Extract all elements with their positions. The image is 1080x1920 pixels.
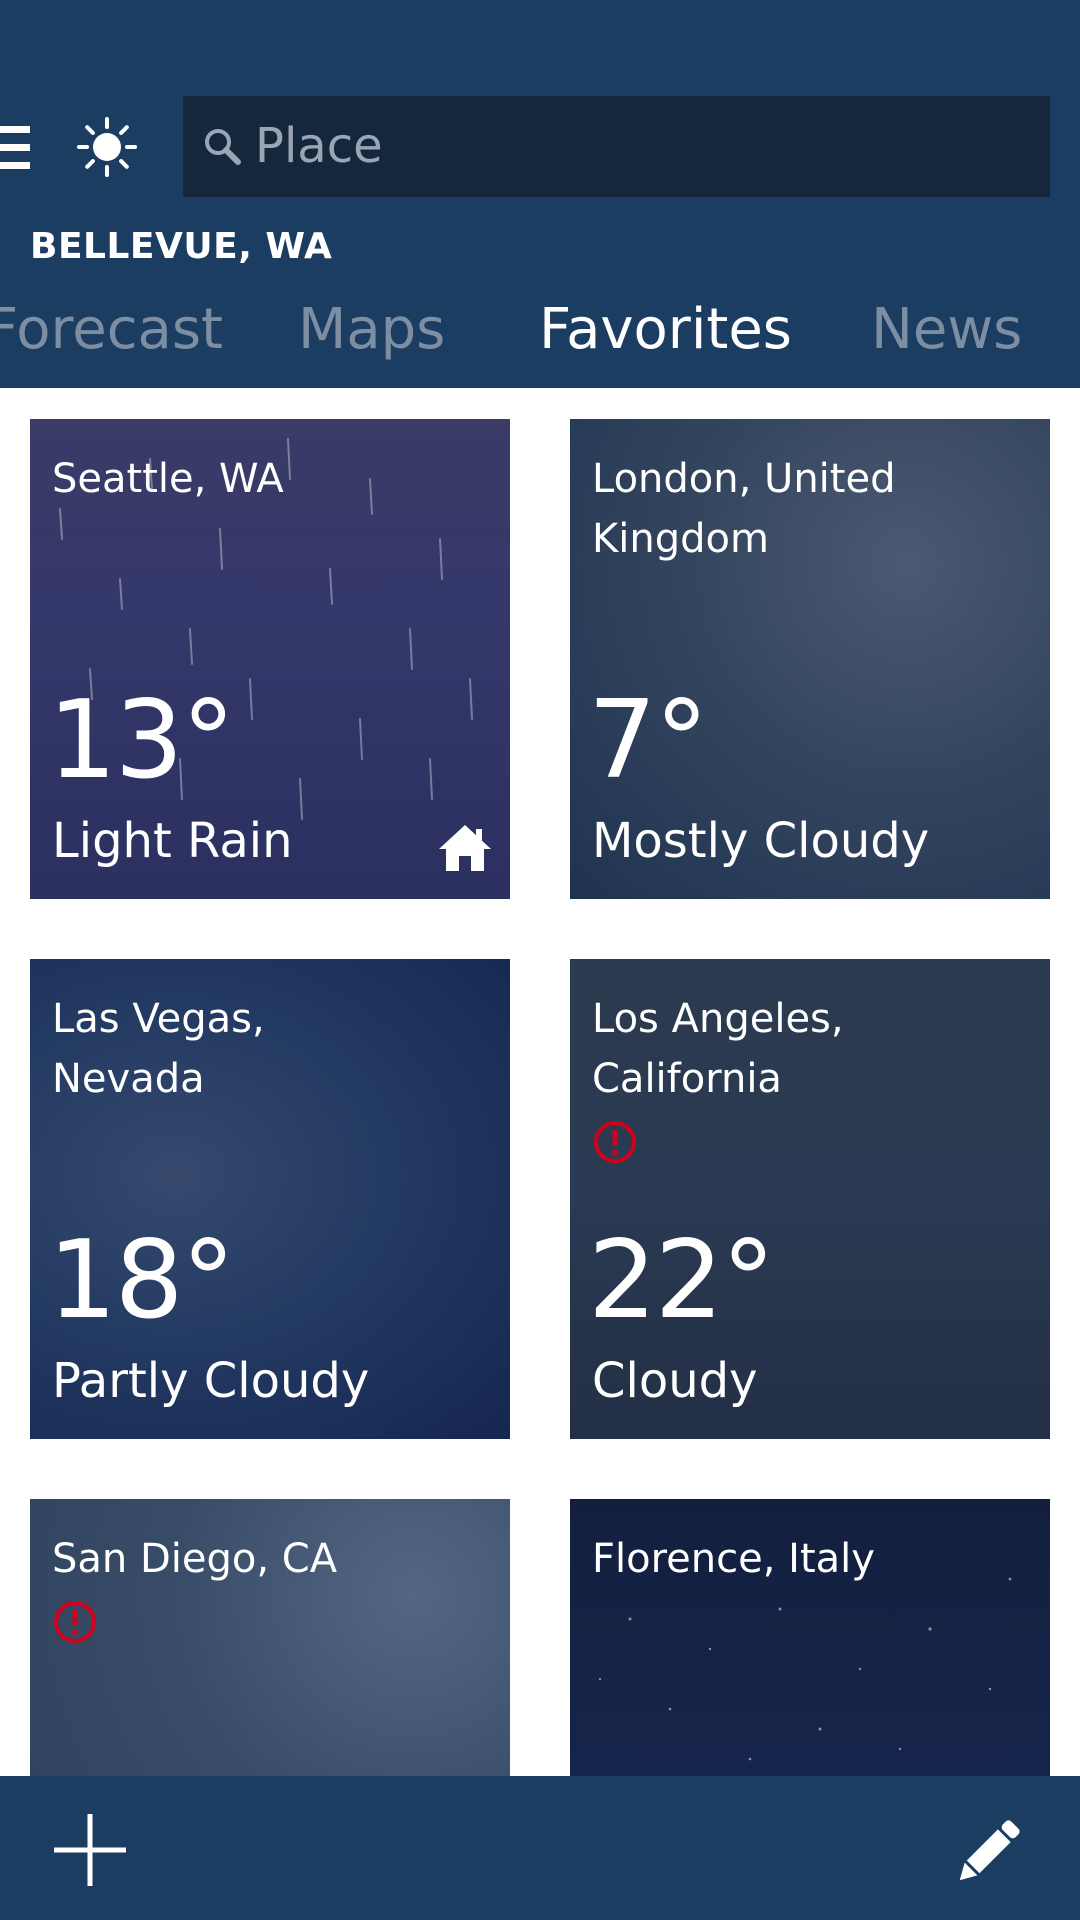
current-location: BELLEVUE, WA	[30, 226, 333, 267]
tile-city-name: Los Angeles, California	[592, 996, 844, 1102]
sun-icon	[77, 117, 137, 177]
tile-condition: Light Rain	[52, 813, 293, 869]
search-icon	[205, 129, 241, 165]
tile-city-name: Florence, Italy	[592, 1536, 875, 1582]
hamburger-icon[interactable]	[0, 124, 32, 172]
plus-icon[interactable]	[52, 1812, 128, 1888]
search-input[interactable]	[253, 96, 1035, 197]
tile-temperature: 7°	[588, 678, 709, 803]
tile-temperature: 22°	[588, 1218, 775, 1343]
tab-forecast[interactable]: Forecast	[0, 290, 223, 370]
home-icon	[439, 825, 491, 871]
section-tabs: Forecast Maps Favorites News	[0, 290, 1080, 370]
tile-condition: Cloudy	[592, 1353, 758, 1409]
tile-city-name: San Diego, CA	[52, 1536, 338, 1582]
tab-favorites[interactable]: Favorites	[539, 290, 792, 370]
tile-temperature: 13°	[48, 678, 235, 803]
favorite-tile-las-vegas[interactable]: Las Vegas, Nevada 18° Partly Cloudy	[30, 959, 510, 1439]
weather-app: BELLEVUE, WA Forecast Maps Favorites New…	[0, 0, 1080, 1920]
alert-icon	[54, 1601, 96, 1643]
tile-condition: Partly Cloudy	[52, 1353, 370, 1409]
pencil-icon[interactable]	[948, 1812, 1028, 1892]
favorite-tile-london[interactable]: London, United Kingdom 7° Mostly Cloudy	[570, 419, 1050, 899]
tile-city-name: London, United Kingdom	[592, 456, 896, 562]
tile-city-name: Las Vegas, Nevada	[52, 996, 265, 1102]
alert-icon	[594, 1121, 636, 1163]
tile-condition: Mostly Cloudy	[592, 813, 930, 869]
favorite-tile-los-angeles[interactable]: Los Angeles, California 22° Cloudy	[570, 959, 1050, 1439]
favorite-tile-seattle[interactable]: Seattle, WA 13° Light Rain	[30, 419, 510, 899]
app-header: BELLEVUE, WA Forecast Maps Favorites New…	[0, 0, 1080, 388]
bottom-app-bar	[0, 1776, 1080, 1920]
tile-city-name: Seattle, WA	[52, 456, 284, 502]
tab-news[interactable]: News	[871, 290, 1022, 370]
tab-maps[interactable]: Maps	[298, 290, 445, 370]
tile-temperature: 18°	[48, 1218, 235, 1343]
search-box[interactable]	[183, 96, 1050, 197]
